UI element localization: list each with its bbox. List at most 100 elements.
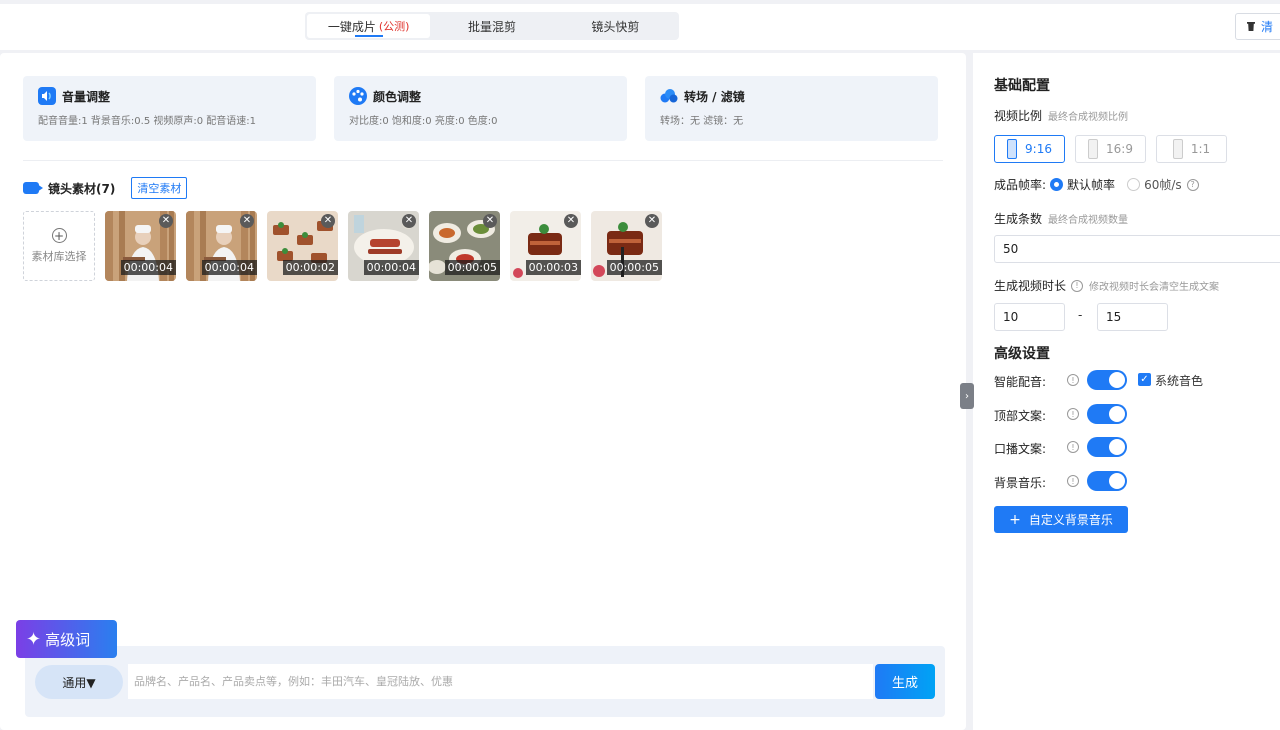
materials-title: 镜头素材(7): [48, 181, 116, 196]
toggle-label-top-copy: 顶部文案:: [994, 409, 1047, 423]
info-icon: !: [1067, 408, 1079, 420]
clear-materials-button[interactable]: 清空素材: [131, 177, 188, 199]
duration-label: 00:00:03: [525, 260, 581, 275]
transition-card[interactable]: 转场 / 滤镜 转场：无 滤镜：无: [645, 76, 938, 141]
duration-label: 00:00:02: [282, 260, 338, 275]
ratio-text: 16:9: [1106, 142, 1133, 156]
portrait-icon: [1007, 139, 1018, 159]
system-voice-checkbox[interactable]: ✓: [1138, 373, 1151, 386]
ratio-1-1[interactable]: 1:1: [1156, 135, 1227, 163]
card-title: 转场 / 滤镜: [660, 87, 923, 105]
duration-label: 00:00:04: [201, 260, 257, 275]
plus-circle-icon: +: [51, 228, 67, 243]
mode-tabs: 一键成片 (公测) 批量混剪 镜头快剪: [305, 12, 679, 40]
top-copy-toggle[interactable]: [1087, 404, 1127, 424]
card-title-text: 转场 / 滤镜: [684, 89, 745, 104]
radio-icon: [1127, 178, 1141, 191]
materials-list: + 素材库选择 ✕ 00:00:04 ✕ 00:00:04 ✕ 00:00:02…: [23, 211, 662, 281]
ratio-text: 1:1: [1190, 142, 1211, 156]
sparkle-icon: ✦: [26, 628, 42, 650]
advanced-words-button[interactable]: ✦ 高级词: [16, 620, 117, 658]
ratio-16-9[interactable]: 16:9: [1075, 135, 1146, 163]
portrait-icon: [1088, 139, 1099, 159]
material-thumb[interactable]: ✕ 00:00:04: [348, 211, 419, 281]
info-icon: !: [1067, 441, 1079, 453]
remove-icon[interactable]: ✕: [402, 214, 416, 228]
fps-row: 成品帧率: 默认帧率 60帧/s ?: [994, 176, 1199, 193]
material-thumb[interactable]: ✕ 00:00:04: [186, 211, 257, 281]
clear-label: 清: [1261, 20, 1274, 34]
ratio-row: 视频比例 最终合成视频比例: [994, 107, 1128, 124]
count-row: 生成条数 最终合成视频数量: [994, 210, 1128, 227]
clear-button[interactable]: 清: [1235, 13, 1280, 40]
mode-dropdown[interactable]: 通用▼: [35, 665, 123, 699]
system-voice-label: 系统音色: [1155, 374, 1204, 388]
info-icon: !: [1067, 374, 1079, 386]
fps-60-option[interactable]: 60帧/s: [1127, 176, 1182, 193]
remove-icon[interactable]: ✕: [645, 214, 659, 228]
portrait-icon: [1172, 139, 1183, 159]
advanced-words-label: 高级词: [45, 630, 91, 649]
card-title-text: 颜色调整: [373, 89, 422, 104]
remove-icon[interactable]: ✕: [159, 214, 173, 228]
ratio-9-16[interactable]: 9:16: [994, 135, 1065, 163]
materials-header: 镜头素材(7) 清空素材: [23, 177, 188, 199]
material-thumb[interactable]: ✕ 00:00:05: [591, 211, 662, 281]
duration-max-input[interactable]: [1097, 303, 1168, 331]
tab-quick-cut[interactable]: 镜头快剪: [554, 14, 677, 38]
duration-row: 生成视频时长 ! 修改视频时长会清空生成文案: [994, 277, 1219, 294]
toggle-label-voice: 智能配音:: [994, 375, 1047, 389]
prompt-box: 通用▼ 生成: [25, 646, 945, 717]
divider: [23, 160, 943, 161]
duration-label: 00:00:04: [120, 260, 176, 275]
material-thumb[interactable]: ✕ 00:00:02: [267, 211, 338, 281]
bgm-toggle[interactable]: [1087, 471, 1127, 491]
voiceover-copy-toggle[interactable]: [1087, 437, 1127, 457]
tab-one-click[interactable]: 一键成片 (公测): [307, 14, 431, 38]
tab-sub-label: (公测): [378, 20, 410, 33]
duration-min-input[interactable]: [994, 303, 1065, 331]
cloud-icon: [660, 89, 678, 103]
remove-icon[interactable]: ✕: [321, 214, 335, 228]
color-card[interactable]: 颜色调整 对比度:0 饱和度:0 亮度:0 色度:0: [334, 76, 627, 141]
card-title-text: 音量调整: [62, 89, 111, 104]
advanced-title: 高级设置: [994, 346, 1050, 362]
video-camera-icon: [23, 182, 43, 194]
card-desc: 转场：无 滤镜：无: [660, 116, 744, 127]
remove-icon[interactable]: ✕: [564, 214, 578, 228]
duration-label: 生成视频时长: [994, 279, 1067, 293]
add-label: 素材库选择: [31, 250, 87, 263]
volume-card[interactable]: 音量调整 配音音量:1 背景音乐:0.5 视频原声:0 配音语速:1: [23, 76, 316, 141]
toggle-label-voiceover: 口播文案:: [994, 442, 1047, 456]
tab-label: 一键成片: [327, 19, 376, 34]
collapse-chevron-icon[interactable]: ›: [960, 383, 974, 409]
basic-config-title: 基础配置: [994, 78, 1050, 94]
material-thumb[interactable]: ✕ 00:00:03: [510, 211, 581, 281]
fps-default-option[interactable]: 默认帧率: [1050, 176, 1115, 193]
material-thumb[interactable]: ✕ 00:00:04: [105, 211, 176, 281]
custom-bgm-label: 自定义背景音乐: [1028, 513, 1113, 527]
smart-voice-toggle[interactable]: [1087, 370, 1127, 390]
settings-panel: 基础配置 视频比例 最终合成视频比例 9:16 16:9 1:1 成品帧率: 默…: [973, 53, 1280, 730]
volume-icon: [38, 87, 56, 105]
card-title: 颜色调整: [349, 87, 612, 105]
tab-label: 批量混剪: [467, 19, 516, 34]
tab-batch-mix[interactable]: 批量混剪: [430, 14, 553, 38]
custom-bgm-button[interactable]: + 自定义背景音乐: [994, 506, 1128, 533]
count-input[interactable]: [994, 235, 1280, 263]
palette-icon: [349, 87, 367, 105]
material-thumb[interactable]: ✕ 00:00:05: [429, 211, 500, 281]
card-title: 音量调整: [38, 87, 301, 105]
count-hint: 最终合成视频数量: [1048, 215, 1129, 226]
radio-selected-icon: [1050, 178, 1064, 191]
remove-icon[interactable]: ✕: [240, 214, 254, 228]
remove-icon[interactable]: ✕: [483, 214, 497, 228]
card-desc: 配音音量:1 背景音乐:0.5 视频原声:0 配音语速:1: [38, 116, 257, 127]
ratio-text: 9:16: [1025, 142, 1052, 156]
main-panel: 音量调整 配音音量:1 背景音乐:0.5 视频原声:0 配音语速:1 颜色调整 …: [0, 53, 966, 730]
duration-label: 00:00:05: [444, 260, 500, 275]
add-from-library-button[interactable]: + 素材库选择: [23, 211, 95, 281]
prompt-input[interactable]: [128, 664, 873, 699]
count-label: 生成条数: [994, 212, 1043, 226]
generate-button[interactable]: 生成: [875, 664, 935, 699]
